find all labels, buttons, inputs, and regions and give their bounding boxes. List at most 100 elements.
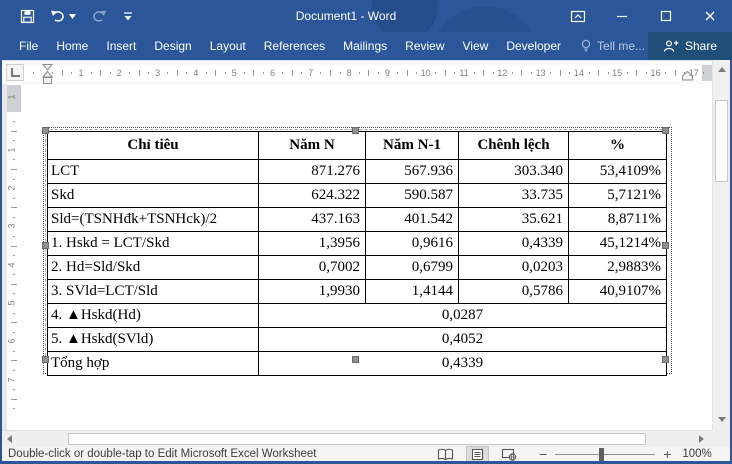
- ribbon-tab-layout[interactable]: Layout: [201, 32, 255, 60]
- embedded-worksheet-table[interactable]: Chỉ tiêu Năm N Năm N-1 Chênh lệch% LCT 871.2…: [47, 131, 667, 376]
- zoom-out-button[interactable]: −: [537, 447, 549, 461]
- ruler-dot: [703, 72, 705, 74]
- scroll-down-icon: [717, 416, 726, 422]
- ruler-dot: [13, 197, 15, 199]
- ruler-dot: [128, 72, 130, 74]
- undo-button[interactable]: [50, 9, 76, 23]
- read-mode-button[interactable]: [433, 447, 458, 462]
- sheet-cell: 2. Hd=Sld/Skd: [47, 255, 259, 280]
- print-layout-button[interactable]: [466, 445, 489, 463]
- ruler-dot: [13, 216, 15, 218]
- ruler-dot: [626, 72, 628, 74]
- selection-handle-middle-right[interactable]: [662, 242, 669, 249]
- ruler-dot: [377, 72, 379, 74]
- sheet-cell: Sld=(TSNHđk+TSNHck)/2: [47, 207, 259, 232]
- ruler-row: 1 2 3 4 5 6 7 8 9 10 11 12 13 14 15 16 17: [0, 60, 732, 84]
- save-button[interactable]: [20, 9, 35, 24]
- ribbon-tab-references[interactable]: References: [255, 32, 334, 60]
- web-layout-button[interactable]: [497, 447, 521, 462]
- selection-handle-bottom-right[interactable]: [662, 356, 669, 363]
- zoom-slider-thumb[interactable]: [599, 447, 605, 461]
- selection-handle-middle-left[interactable]: [42, 242, 49, 249]
- web-layout-icon: [501, 448, 517, 461]
- scroll-up-icon: [717, 66, 726, 72]
- ruler-tick: [444, 70, 446, 76]
- ruler-tick: [291, 70, 293, 76]
- ruler-number: 6: [269, 68, 276, 78]
- left-indent-marker[interactable]: [42, 64, 53, 85]
- sheet-cell: 567.936: [365, 159, 459, 184]
- ruler-number: 1: [78, 68, 84, 78]
- close-icon: [705, 11, 715, 21]
- ruler-tick: [11, 130, 17, 132]
- maximize-button[interactable]: [644, 0, 688, 32]
- redo-button[interactable]: [91, 9, 107, 23]
- lightbulb-icon: [581, 39, 591, 52]
- close-button[interactable]: [688, 0, 732, 32]
- tab-selector-button[interactable]: [6, 64, 24, 81]
- scroll-right-button[interactable]: [694, 432, 708, 446]
- ruler-dot: [358, 72, 360, 74]
- ruler-dot: [492, 72, 494, 74]
- ribbon-tab-home[interactable]: Home: [47, 32, 97, 60]
- customize-quick-access-button[interactable]: [122, 11, 134, 22]
- zoom-in-button[interactable]: +: [661, 447, 673, 461]
- scrollbar-corner: [712, 430, 732, 447]
- share-label: Share: [684, 39, 717, 53]
- sheet-cell: 0,4339: [458, 231, 569, 256]
- ruler-dot: [531, 72, 532, 74]
- scroll-down-button[interactable]: [713, 412, 730, 426]
- minimize-button[interactable]: [600, 0, 644, 32]
- vertical-scrollbar-thumb[interactable]: [715, 100, 728, 182]
- ruler-number: 1: [6, 147, 17, 153]
- ruler-dot: [167, 72, 169, 74]
- sheet-cell: 0,7002: [258, 255, 366, 280]
- ruler-dot: [301, 72, 303, 74]
- ribbon-tab-insert[interactable]: Insert: [97, 32, 145, 60]
- sheet-cell: 2,9883%: [568, 255, 667, 280]
- zoom-slider[interactable]: [555, 447, 656, 461]
- ribbon-tab-file[interactable]: File: [10, 32, 47, 60]
- ribbon-tab-design[interactable]: Design: [145, 32, 200, 60]
- horizontal-ruler-active-area: [24, 65, 702, 81]
- sheet-cell: 53,4109%: [568, 159, 667, 184]
- ribbon-tab-mailings[interactable]: Mailings: [334, 32, 396, 60]
- ruler-tick: [559, 70, 561, 76]
- ruler-number: 8: [346, 68, 352, 78]
- selection-handle-top-middle[interactable]: [352, 127, 359, 134]
- scroll-left-icon: [6, 435, 12, 443]
- ruler-tick: [215, 70, 217, 76]
- ruler-dot: [13, 121, 15, 123]
- ruler-dot: [205, 72, 207, 74]
- ruler-number: 11: [459, 68, 469, 78]
- selection-handle-bottom-middle[interactable]: [352, 356, 359, 363]
- selection-handle-bottom-left[interactable]: [42, 356, 49, 363]
- ruler-dot: [13, 140, 15, 142]
- sheet-cell: 45,1214%: [568, 231, 667, 256]
- minimize-icon: [617, 15, 627, 18]
- zoom-level[interactable]: 100%: [682, 448, 711, 460]
- vertical-scrollbar[interactable]: [712, 60, 730, 430]
- selection-handle-top-right[interactable]: [662, 127, 669, 134]
- ribbon-tab-review[interactable]: Review: [396, 32, 453, 60]
- scroll-left-button[interactable]: [2, 432, 16, 446]
- horizontal-scrollbar-thumb[interactable]: [68, 433, 646, 445]
- tell-me-box[interactable]: Tell me...: [580, 39, 645, 53]
- sheet-cell: 1,9930: [258, 279, 366, 304]
- ruler-dot: [109, 72, 111, 74]
- ruler-dot: [13, 255, 15, 257]
- ribbon-tab-developer[interactable]: Developer: [497, 32, 570, 60]
- ruler-tick: [176, 70, 178, 76]
- ruler-dot: [607, 72, 609, 74]
- ribbon-tab-view[interactable]: View: [454, 32, 498, 60]
- ruler-tick: [100, 70, 102, 76]
- selection-handle-top-left[interactable]: [42, 127, 49, 134]
- ruler-dot: [665, 72, 667, 74]
- ruler-dot: [645, 72, 647, 74]
- share-button[interactable]: Share: [647, 32, 732, 60]
- ruler-dot: [71, 72, 73, 74]
- window-left-border: [0, 60, 2, 464]
- scroll-up-button[interactable]: [713, 62, 730, 76]
- ribbon-display-options-button[interactable]: [556, 0, 600, 32]
- ruler-number: 13: [535, 68, 546, 78]
